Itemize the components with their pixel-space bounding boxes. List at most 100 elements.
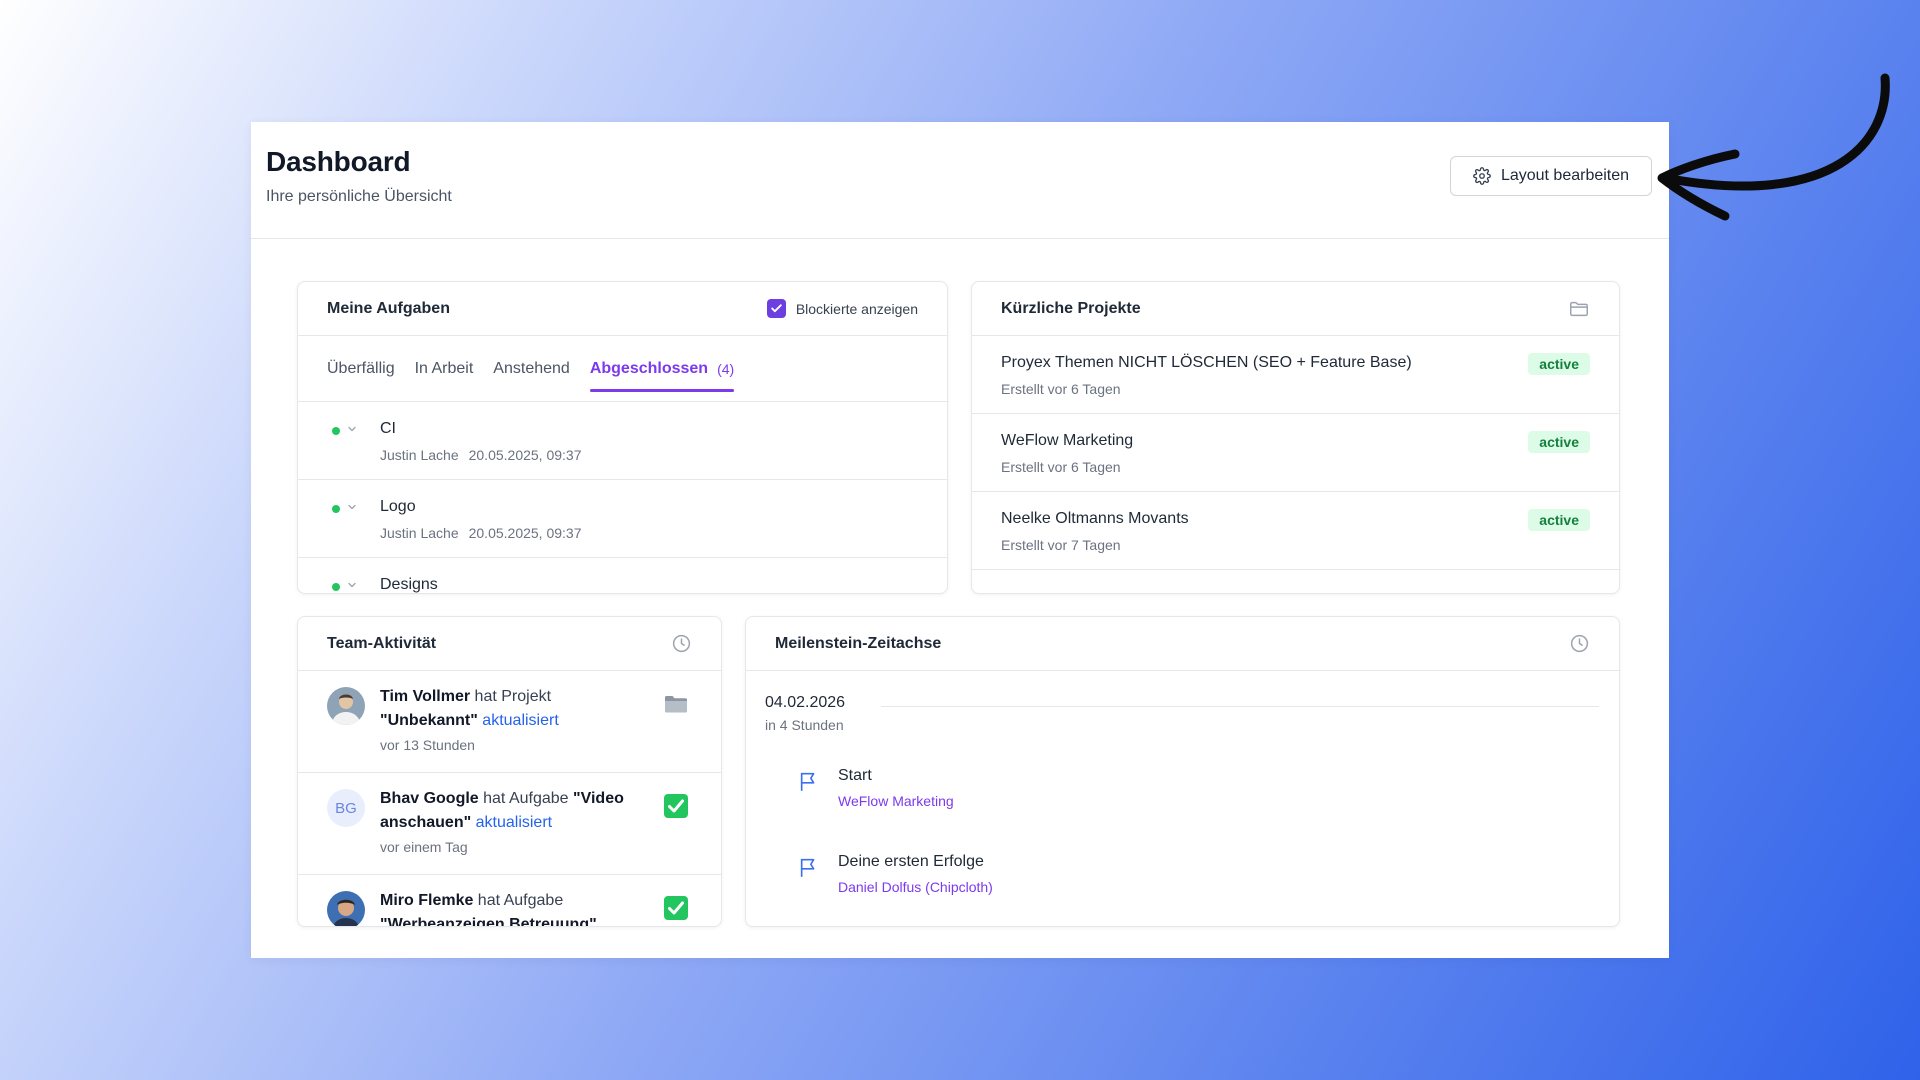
tab-label: Anstehend [493, 359, 570, 377]
tasks-card: Meine Aufgaben Blockierte anzeigen Überf… [297, 281, 948, 594]
status-badge: active [1528, 509, 1590, 531]
task-name: CI [380, 420, 396, 437]
avatar [327, 891, 365, 926]
activity-action-link[interactable]: aktualisiert [482, 712, 558, 729]
folder-icon [665, 696, 687, 713]
status-dot [332, 505, 340, 513]
avatar-initials: BG [327, 789, 365, 827]
activity-verb: hat Aufgabe [478, 790, 573, 807]
activity-user: Tim Vollmer [380, 688, 471, 705]
chevron-down-icon[interactable] [346, 579, 358, 591]
clock-icon [670, 633, 692, 655]
gear-icon [1473, 167, 1491, 185]
show-blocked-checkbox[interactable] [766, 299, 786, 318]
status-dot [332, 427, 340, 435]
tab-label: Überfällig [327, 359, 395, 377]
activity-object: "Unbekannt" [380, 712, 478, 729]
team-card-title: Team-Aktivität [327, 634, 437, 652]
milestone-date: 04.02.2026 [765, 694, 846, 711]
activity-text: Miro Flemke hat Aufgabe "Werbeanzeigen B… [380, 889, 650, 927]
task-date: 20.05.2025, 09:37 [468, 447, 582, 463]
project-name: Proyex Themen NICHT LÖSCHEN (SEO + Featu… [1001, 354, 1412, 371]
milestone-title: Deine ersten Erfolge [838, 853, 984, 870]
project-row[interactable]: Neelke Oltmanns Movants Erstellt vor 7 T… [972, 492, 1619, 570]
task-name: Logo [380, 498, 416, 515]
avatar [327, 687, 365, 725]
checkmark-icon [771, 304, 782, 313]
activity-verb: hat Aufgabe [473, 892, 564, 909]
tab-overdue[interactable]: Überfällig [327, 336, 395, 402]
activity-action-link[interactable]: aktualisiert [476, 814, 552, 831]
milestone-project-link[interactable]: Daniel Dolfus (Chipcloth) [838, 879, 993, 895]
tab-count-badge: (4) [717, 360, 735, 377]
milestone-card-title: Meilenstein-Zeitachse [775, 634, 942, 652]
edit-layout-label: Layout bearbeiten [1500, 167, 1630, 184]
chevron-down-icon[interactable] [346, 423, 358, 435]
activity-item[interactable]: Miro Flemke hat Aufgabe "Werbeanzeigen B… [298, 875, 721, 927]
task-name: Designs [380, 576, 438, 593]
task-assignee: Justin Lache [380, 447, 459, 463]
tab-completed[interactable]: Abgeschlossen (4) [589, 336, 735, 402]
edit-layout-button[interactable]: Layout bearbeiten [1450, 156, 1652, 196]
check-icon [664, 794, 688, 818]
task-row[interactable]: CI Justin Lache 20.05.2025, 09:37 [298, 402, 947, 480]
task-row[interactable]: Logo Justin Lache 20.05.2025, 09:37 [298, 480, 947, 558]
team-card-header: Team-Aktivität [298, 617, 721, 671]
dashboard-window: Dashboard Ihre persönliche Übersicht Lay… [251, 122, 1669, 958]
page-subtitle: Ihre persönliche Übersicht [266, 188, 452, 205]
tab-label: Abgeschlossen [589, 359, 709, 377]
task-row[interactable]: Designs [298, 558, 947, 593]
milestone-timeline-card: Meilenstein-Zeitachse 04.02.2026 in 4 St… [745, 616, 1620, 927]
milestone-project-link[interactable]: WeFlow Marketing [838, 793, 954, 809]
status-dot [332, 583, 340, 591]
page-header: Dashboard Ihre persönliche Übersicht Lay… [251, 122, 1669, 239]
project-row[interactable]: WeFlow Marketing Erstellt vor 6 Tagen ac… [972, 414, 1619, 492]
annotation-arrow-icon [1657, 73, 1890, 221]
check-icon [664, 896, 688, 920]
task-date: 20.05.2025, 09:37 [468, 525, 582, 541]
tab-label: In Arbeit [414, 359, 474, 377]
activity-user: Miro Flemke [380, 892, 474, 909]
milestone-relative-time: in 4 Stunden [765, 717, 844, 733]
project-name: Neelke Oltmanns Movants [1001, 510, 1189, 527]
team-activity-card: Team-Aktivität Tim Vollmer hat Projekt "… [297, 616, 722, 927]
activity-time: vor einem Tag [380, 839, 468, 855]
milestone-title: Start [838, 767, 872, 784]
timeline-divider [881, 706, 1599, 707]
folder-icon [1568, 298, 1590, 320]
activity-verb: hat Projekt [470, 688, 552, 705]
status-badge: active [1528, 431, 1590, 453]
activity-item[interactable]: BG Bhav Google hat Aufgabe "Video anscha… [298, 773, 721, 875]
task-tabs: Überfällig In Arbeit Anstehend Abgeschlo… [298, 336, 947, 402]
project-created: Erstellt vor 6 Tagen [1001, 459, 1121, 475]
activity-user: Bhav Google [380, 790, 479, 807]
activity-object: "Werbeanzeigen Betreuung" [380, 916, 597, 927]
tab-in-progress[interactable]: In Arbeit [415, 336, 474, 402]
project-created: Erstellt vor 6 Tagen [1001, 381, 1121, 397]
project-row[interactable]: Proyex Themen NICHT LÖSCHEN (SEO + Featu… [972, 336, 1619, 414]
tasks-card-title: Meine Aufgaben [327, 299, 450, 317]
clock-icon [1568, 633, 1590, 655]
chevron-down-icon[interactable] [346, 501, 358, 513]
activity-text: Bhav Google hat Aufgabe "Video anschauen… [380, 787, 650, 835]
activity-text: Tim Vollmer hat Projekt "Unbekannt" aktu… [380, 685, 650, 733]
activity-item[interactable]: Tim Vollmer hat Projekt "Unbekannt" aktu… [298, 671, 721, 773]
page-title: Dashboard [266, 146, 411, 177]
recent-projects-card: Kürzliche Projekte Proyex Themen NICHT L… [971, 281, 1620, 594]
show-blocked-toggle[interactable]: Blockierte anzeigen [766, 299, 918, 318]
flag-icon [800, 772, 815, 791]
tasks-card-header: Meine Aufgaben Blockierte anzeigen [298, 282, 947, 336]
projects-card-title: Kürzliche Projekte [1001, 299, 1141, 317]
project-name: WeFlow Marketing [1001, 432, 1134, 449]
task-meta: Justin Lache 20.05.2025, 09:37 [380, 447, 582, 463]
tab-upcoming[interactable]: Anstehend [493, 336, 570, 402]
show-blocked-label: Blockierte anzeigen [795, 300, 918, 317]
projects-card-header: Kürzliche Projekte [972, 282, 1619, 336]
flag-icon [800, 858, 815, 877]
status-badge: active [1528, 353, 1590, 375]
task-meta: Justin Lache 20.05.2025, 09:37 [380, 525, 582, 541]
milestone-card-header: Meilenstein-Zeitachse [746, 617, 1619, 671]
task-assignee: Justin Lache [380, 525, 459, 541]
activity-time: vor 13 Stunden [380, 737, 475, 753]
project-created: Erstellt vor 7 Tagen [1001, 537, 1121, 553]
